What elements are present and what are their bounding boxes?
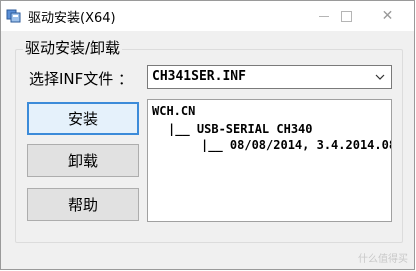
inf-file-select[interactable]: CH341SER.INF [147,65,392,89]
close-icon: ✕ [381,8,394,24]
driver-install-window: 驱动安装(X64) ✕ 驱动安装/卸载 选择INF文件 ： CH341SER.I… [0,0,415,270]
window-title: 驱动安装(X64) [28,11,116,26]
install-button[interactable]: 安装 [27,102,139,135]
info-line-vendor: WCH.CN [152,104,196,118]
inf-file-label: 选择INF文件 ： [29,70,134,88]
group-title: 驱动安装/卸载 [23,37,123,58]
maximize-icon [341,10,352,22]
app-icon [6,9,21,23]
inf-file-value: CH341SER.INF [152,69,246,84]
info-line-version: |__ 08/08/2014, 3.4.2014.08 [201,138,392,152]
maximize-button[interactable] [324,1,369,31]
help-button[interactable]: 帮助 [27,188,139,221]
chevron-down-icon [375,74,385,80]
title-bar[interactable]: 驱动安装(X64) ✕ [1,1,414,31]
close-button[interactable]: ✕ [365,1,410,31]
info-line-device: |__ USB-SERIAL CH340 [168,122,313,136]
watermark: 什么值得买 [358,254,408,265]
uninstall-button[interactable]: 卸载 [27,144,139,177]
driver-info-box: WCH.CN |__ USB-SERIAL CH340 |__ 08/08/20… [147,99,392,222]
